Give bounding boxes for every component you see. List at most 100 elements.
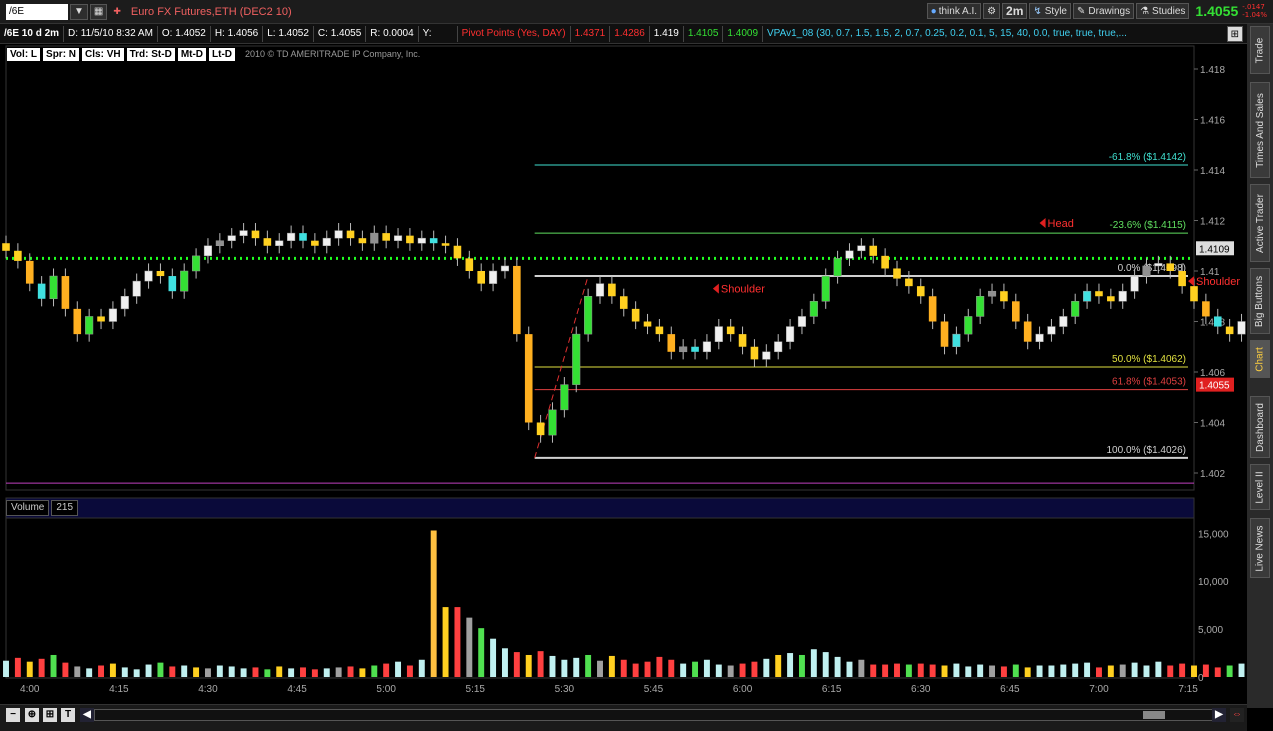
candle-body	[1178, 271, 1186, 287]
volume-bar	[905, 664, 912, 677]
volume-bar	[1084, 662, 1091, 677]
annotation-arrow	[1188, 276, 1195, 287]
volume-bar	[181, 665, 188, 677]
tab-live-news[interactable]: Live News	[1250, 518, 1270, 578]
candle-body	[845, 250, 854, 259]
volume-bar	[1107, 665, 1114, 677]
volume-bar	[383, 663, 390, 677]
volume-bar	[193, 667, 200, 677]
volume-bar	[133, 669, 140, 677]
x-tick-label: 5:30	[555, 684, 575, 695]
volume-bar	[787, 653, 794, 677]
price-axis-tag-label: 1.4055	[1199, 381, 1230, 392]
candle-body	[477, 271, 486, 284]
price-y-tick-label: 1.404	[1200, 419, 1225, 430]
zoom-in-button[interactable]: ⊕	[25, 708, 39, 722]
x-tick-label: 4:45	[287, 684, 307, 695]
candle-body	[679, 346, 688, 353]
tab-big-buttons[interactable]: Big Buttons	[1250, 268, 1270, 334]
scrollbar-thumb[interactable]	[1143, 711, 1165, 719]
candle-body	[417, 237, 426, 244]
time-scrollbar[interactable]	[94, 709, 1226, 721]
candle-body	[964, 316, 973, 335]
candle-body	[1202, 301, 1210, 317]
volume-bar	[501, 648, 508, 677]
expand-button[interactable]: ⇔	[1230, 708, 1244, 722]
candle-body	[37, 283, 46, 299]
volume-bar	[703, 659, 710, 677]
text-tool-button[interactable]: T	[61, 708, 75, 722]
volume-bar	[1095, 667, 1102, 677]
scroll-left-button[interactable]: ◀	[80, 708, 94, 722]
tab-dashboard[interactable]: Dashboard	[1250, 396, 1270, 458]
volume-bar	[810, 649, 817, 677]
volume-bar	[454, 607, 461, 677]
zoom-out-button[interactable]: −	[6, 708, 20, 722]
volume-bar	[466, 617, 473, 677]
candle-body	[1154, 263, 1163, 267]
x-tick-label: 4:15	[109, 684, 129, 695]
price-y-tick-label: 1.406	[1200, 368, 1225, 379]
candle-body	[108, 308, 117, 322]
candle-body	[370, 232, 379, 244]
bottom-bar: − ⊕ ⊞ T ◀ ▶ ⇔	[0, 704, 1247, 731]
candle-body	[608, 283, 616, 297]
candle-body	[786, 326, 795, 342]
candle-body	[275, 240, 284, 246]
candle-body	[239, 230, 248, 236]
candle-body	[833, 258, 842, 277]
candle-body	[572, 333, 581, 385]
candle-body	[869, 245, 878, 256]
candle-body	[97, 316, 105, 322]
candle-body	[513, 265, 521, 335]
x-tick-label: 6:30	[911, 684, 931, 695]
x-tick-label: 6:00	[733, 684, 753, 695]
volume-bar	[870, 664, 877, 677]
candle-body	[168, 276, 177, 292]
candle-body	[643, 321, 652, 327]
scroll-right-button[interactable]: ▶	[1212, 708, 1226, 722]
price-chart[interactable]: 1.4181.4161.4141.4121.411.4081.4061.4041…	[0, 0, 1247, 704]
candle-body	[1130, 275, 1139, 292]
fib-level-label: 50.0% ($1.4062)	[1112, 354, 1186, 365]
candle-body	[311, 240, 319, 246]
tab-times-and-sales-label: Times And Sales	[1254, 92, 1266, 168]
candle-body	[156, 271, 165, 277]
tab-chart[interactable]: Chart	[1250, 340, 1270, 378]
candle-body	[14, 250, 22, 261]
candle-body	[560, 384, 569, 411]
tab-times-and-sales[interactable]: Times And Sales	[1250, 82, 1270, 178]
candle-body	[227, 235, 236, 241]
tab-active-trader[interactable]: Active Trader	[1250, 184, 1270, 262]
tab-trade-label: Trade	[1254, 37, 1266, 63]
candle-body	[702, 341, 711, 353]
volume-bar	[1024, 667, 1031, 677]
candle-body	[1142, 265, 1151, 277]
volume-bar	[1119, 664, 1126, 677]
volume-bar	[323, 668, 330, 677]
tab-level-ii[interactable]: Level II	[1250, 464, 1270, 510]
volume-bar	[442, 607, 449, 677]
price-y-tick-label: 1.418	[1200, 65, 1225, 76]
volume-y-tick-label: 5,000	[1198, 625, 1223, 636]
candle-body	[1035, 333, 1044, 342]
volume-bar	[668, 659, 675, 677]
tab-chart-label: Chart	[1254, 346, 1266, 372]
volume-bar	[537, 651, 544, 677]
tab-trade[interactable]: Trade	[1250, 26, 1270, 74]
volume-bar	[727, 665, 734, 677]
volume-bar	[288, 668, 295, 677]
candle-body	[1237, 321, 1246, 335]
volume-bar	[169, 666, 176, 677]
fib-level-label: 100.0% ($1.4026)	[1106, 445, 1186, 456]
volume-bar	[371, 665, 378, 677]
volume-bar	[751, 661, 758, 677]
volume-bar	[1072, 663, 1079, 677]
candle-body	[1059, 316, 1068, 327]
candle-body	[382, 233, 390, 241]
volume-bar	[620, 659, 627, 677]
price-axis-tag-label: 1.4109	[1199, 244, 1230, 255]
volume-bar	[300, 667, 306, 677]
candle-body	[1107, 296, 1115, 302]
crosshair-button[interactable]: ⊞	[43, 708, 57, 722]
